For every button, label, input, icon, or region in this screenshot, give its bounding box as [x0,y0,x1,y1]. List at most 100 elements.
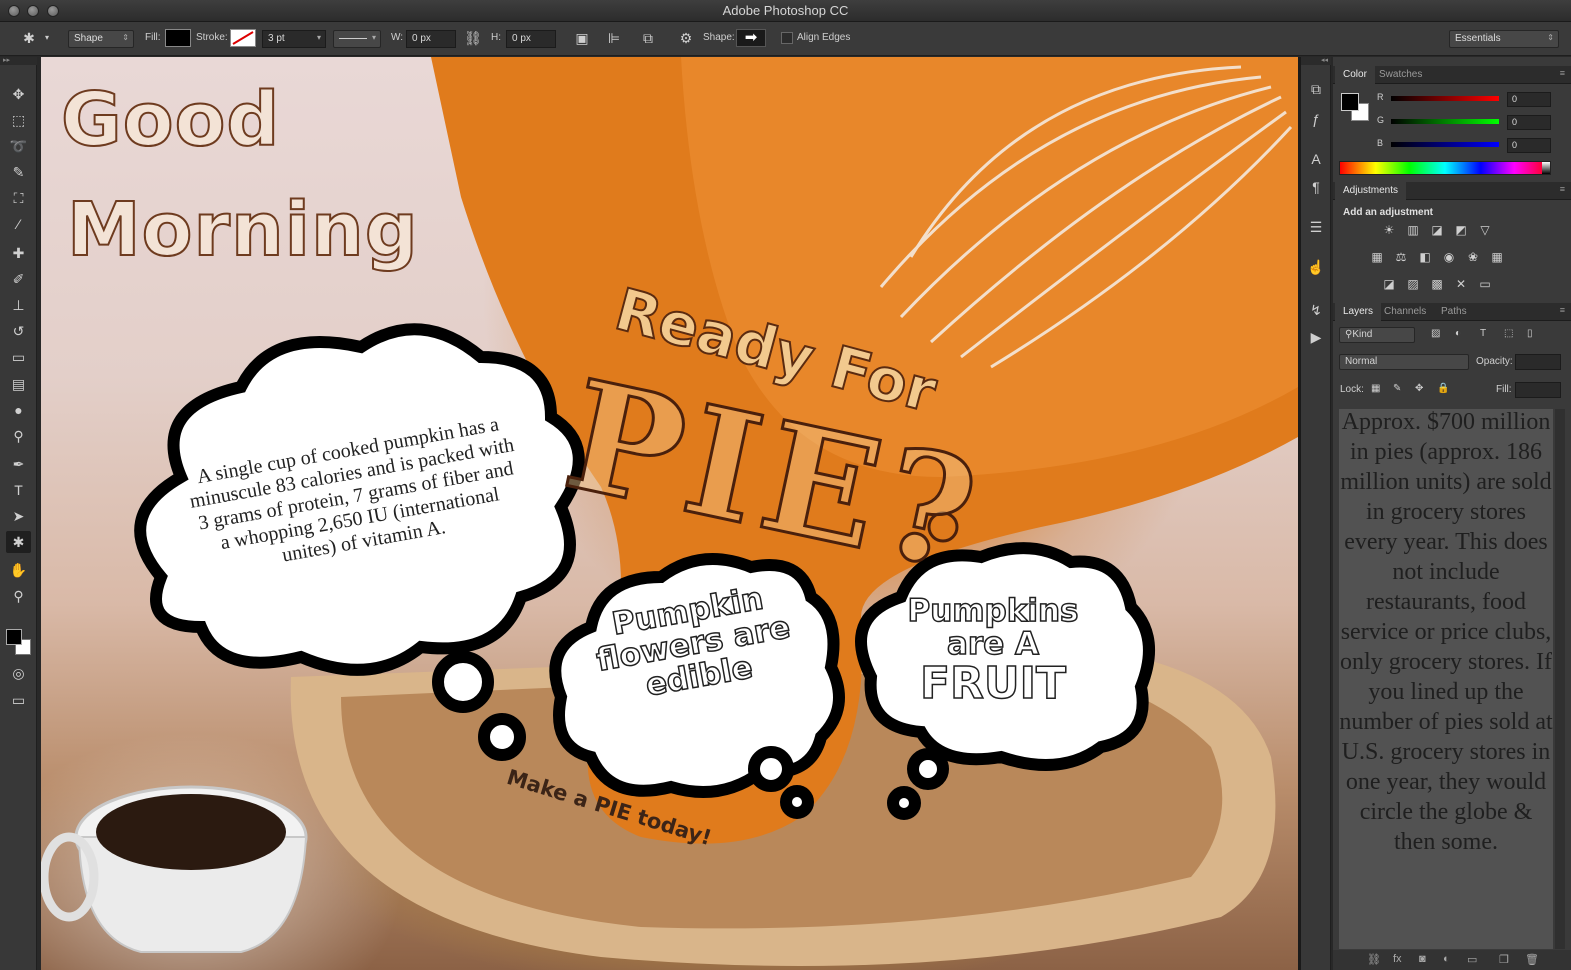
link-icon[interactable]: ⛓ [464,29,482,47]
layer-style-icon[interactable]: fx [1393,953,1402,965]
width-field[interactable]: 0 px [406,30,456,48]
healing-brush-tool-icon[interactable]: ✚ [6,242,31,264]
hue-saturation-icon[interactable]: ▦ [1369,249,1385,265]
tab-channels[interactable]: Channels [1376,303,1434,321]
history-panel-icon[interactable]: ⧉ [1306,79,1326,99]
tool-preset-chevron-icon[interactable]: ▾ [42,29,52,47]
new-layer-icon[interactable]: ❐ [1499,953,1509,966]
foreground-background-colors[interactable] [6,629,34,659]
color-spectrum[interactable] [1339,161,1551,175]
eyedropper-tool-icon[interactable]: ⁄ [6,213,31,235]
black-white-icon[interactable]: ◧ [1417,249,1433,265]
custom-shape-tool-icon[interactable]: ✱ [6,531,31,553]
collapse-toolbar-button[interactable]: ▸▸ [0,57,37,65]
smart-object-filter-icon[interactable]: ▯ [1527,328,1533,339]
history-brush-tool-icon[interactable]: ↺ [6,320,31,342]
pixel-filter-icon[interactable]: ▨ [1431,328,1440,339]
stroke-swatch[interactable] [230,29,256,47]
actions-panel-icon[interactable]: ↯ [1306,300,1326,320]
tab-color[interactable]: Color [1335,66,1375,84]
dodge-tool-icon[interactable]: ⚲ [6,425,31,447]
path-operations-icon[interactable]: ▣ [573,29,591,47]
align-edges-checkbox[interactable] [781,32,793,44]
exposure-icon[interactable]: ◩ [1453,222,1469,238]
color-panel-swatches[interactable] [1341,93,1371,123]
lock-position-icon[interactable]: ✥ [1415,383,1423,394]
channel-mixer-icon[interactable]: ❀ [1465,249,1481,265]
tab-paths[interactable]: Paths [1433,303,1475,321]
opacity-field[interactable] [1515,354,1561,370]
red-value-field[interactable]: 0 [1507,92,1551,107]
brush-tool-icon[interactable]: ✐ [6,268,31,290]
hand-tool-icon[interactable]: ✋ [6,559,31,581]
selective-color-icon[interactable]: ✕ [1453,276,1469,292]
paragraph-panel-icon[interactable]: ¶ [1306,177,1326,197]
quick-selection-tool-icon[interactable]: ✎ [6,161,31,183]
tab-layers[interactable]: Layers [1335,303,1382,321]
lasso-tool-icon[interactable]: ➰ [6,135,31,157]
posterize-icon[interactable]: ▨ [1405,276,1421,292]
marquee-tool-icon[interactable]: ⬚ [6,109,31,131]
layer-filter-dropdown[interactable]: ⚲Kind [1339,327,1415,343]
styles-panel-icon[interactable]: ƒ [1306,109,1326,129]
properties-panel-icon[interactable]: ☰ [1306,217,1326,237]
blend-mode-dropdown[interactable]: Normal [1339,354,1469,370]
lock-all-icon[interactable]: 🔒 [1437,383,1449,394]
threshold-icon[interactable]: ▩ [1429,276,1445,292]
blue-value-field[interactable]: 0 [1507,138,1551,153]
tool-presets-icon[interactable]: ☝ [1306,257,1326,277]
brightness-contrast-icon[interactable]: ☀ [1381,222,1397,238]
vibrance-icon[interactable]: ▽ [1477,222,1493,238]
move-tool-icon[interactable]: ✥ [6,83,31,105]
character-panel-icon[interactable]: A [1306,149,1326,169]
stroke-type-dropdown[interactable]: ▾ [333,30,381,48]
stroke-width-field[interactable]: 3 pt ▾ [262,30,326,48]
type-filter-icon[interactable]: T [1480,328,1486,339]
blur-tool-icon[interactable]: ● [6,399,31,421]
fill-swatch[interactable] [165,29,191,47]
link-layers-icon[interactable]: ⛓ [1367,953,1381,966]
panel-menu-icon[interactable]: ≡ [1560,68,1565,78]
lock-pixels-icon[interactable]: ▦ [1371,383,1380,394]
layers-list[interactable]: Approx. $700 million in pies (approx. 18… [1339,409,1553,949]
foreground-color-swatch[interactable] [1341,93,1359,111]
adjustment-filter-icon[interactable]: ◐ [1455,328,1461,339]
crop-tool-icon[interactable]: ⛶ [6,187,31,209]
workspace-dropdown[interactable]: Essentials ⇕ [1449,30,1559,48]
delete-layer-icon[interactable]: 🗑 [1525,953,1539,966]
gradient-map-icon[interactable]: ▭ [1477,276,1493,292]
levels-icon[interactable]: ▥ [1405,222,1421,238]
collapse-dock-button[interactable]: ◂◂ [1301,57,1331,65]
curves-icon[interactable]: ◪ [1429,222,1445,238]
clone-stamp-tool-icon[interactable]: ⊥ [6,294,31,316]
invert-icon[interactable]: ◪ [1381,276,1397,292]
document-canvas[interactable]: Good Morning Ready For PIE? A single cup… [41,57,1298,970]
add-mask-icon[interactable]: ◙ [1419,953,1426,965]
color-lookup-icon[interactable]: ▦ [1489,249,1505,265]
tab-adjustments[interactable]: Adjustments [1335,182,1407,200]
screen-mode-tool-icon[interactable]: ▭ [6,689,31,711]
panel-menu-icon[interactable]: ≡ [1560,184,1565,194]
panel-menu-icon[interactable]: ≡ [1560,305,1565,315]
shape-picker[interactable]: ➡ [736,29,766,47]
height-field[interactable]: 0 px [506,30,556,48]
green-slider[interactable] [1391,119,1499,124]
play-icon[interactable]: ▶ [1306,327,1326,347]
custom-shape-tool-preset-icon[interactable]: ✱ [20,29,38,47]
pen-tool-icon[interactable]: ✒ [6,453,31,475]
new-adjustment-layer-icon[interactable]: ◐ [1443,953,1450,965]
tool-mode-dropdown[interactable]: Shape ⇕ [68,30,134,48]
quick-mask-tool-icon[interactable]: ◎ [6,662,31,684]
photo-filter-icon[interactable]: ◉ [1441,249,1457,265]
new-group-icon[interactable]: ▭ [1467,953,1477,966]
fill-field[interactable] [1515,382,1561,398]
path-arrangement-icon[interactable]: ⧉ [639,29,657,47]
shape-filter-icon[interactable]: ⬚ [1504,328,1513,339]
gradient-tool-icon[interactable]: ▤ [6,373,31,395]
path-selection-tool-icon[interactable]: ➤ [6,505,31,527]
type-tool-icon[interactable]: T [6,479,31,501]
green-value-field[interactable]: 0 [1507,115,1551,130]
eraser-tool-icon[interactable]: ▭ [6,346,31,368]
path-alignment-icon[interactable]: ⊫ [605,29,623,47]
lock-image-icon[interactable]: ✎ [1393,383,1401,394]
